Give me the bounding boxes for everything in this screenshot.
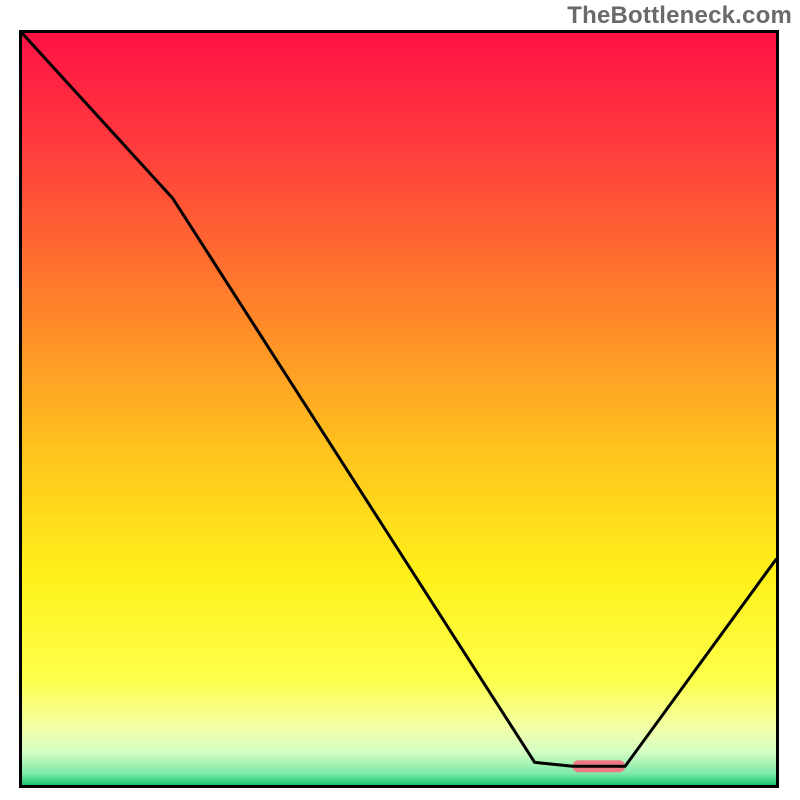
chart-frame: TheBottleneck.com [0,0,800,800]
chart-gradient-bg [22,33,776,785]
watermark-text: TheBottleneck.com [567,2,792,30]
plot-area [19,30,779,788]
chart-svg [22,33,776,785]
